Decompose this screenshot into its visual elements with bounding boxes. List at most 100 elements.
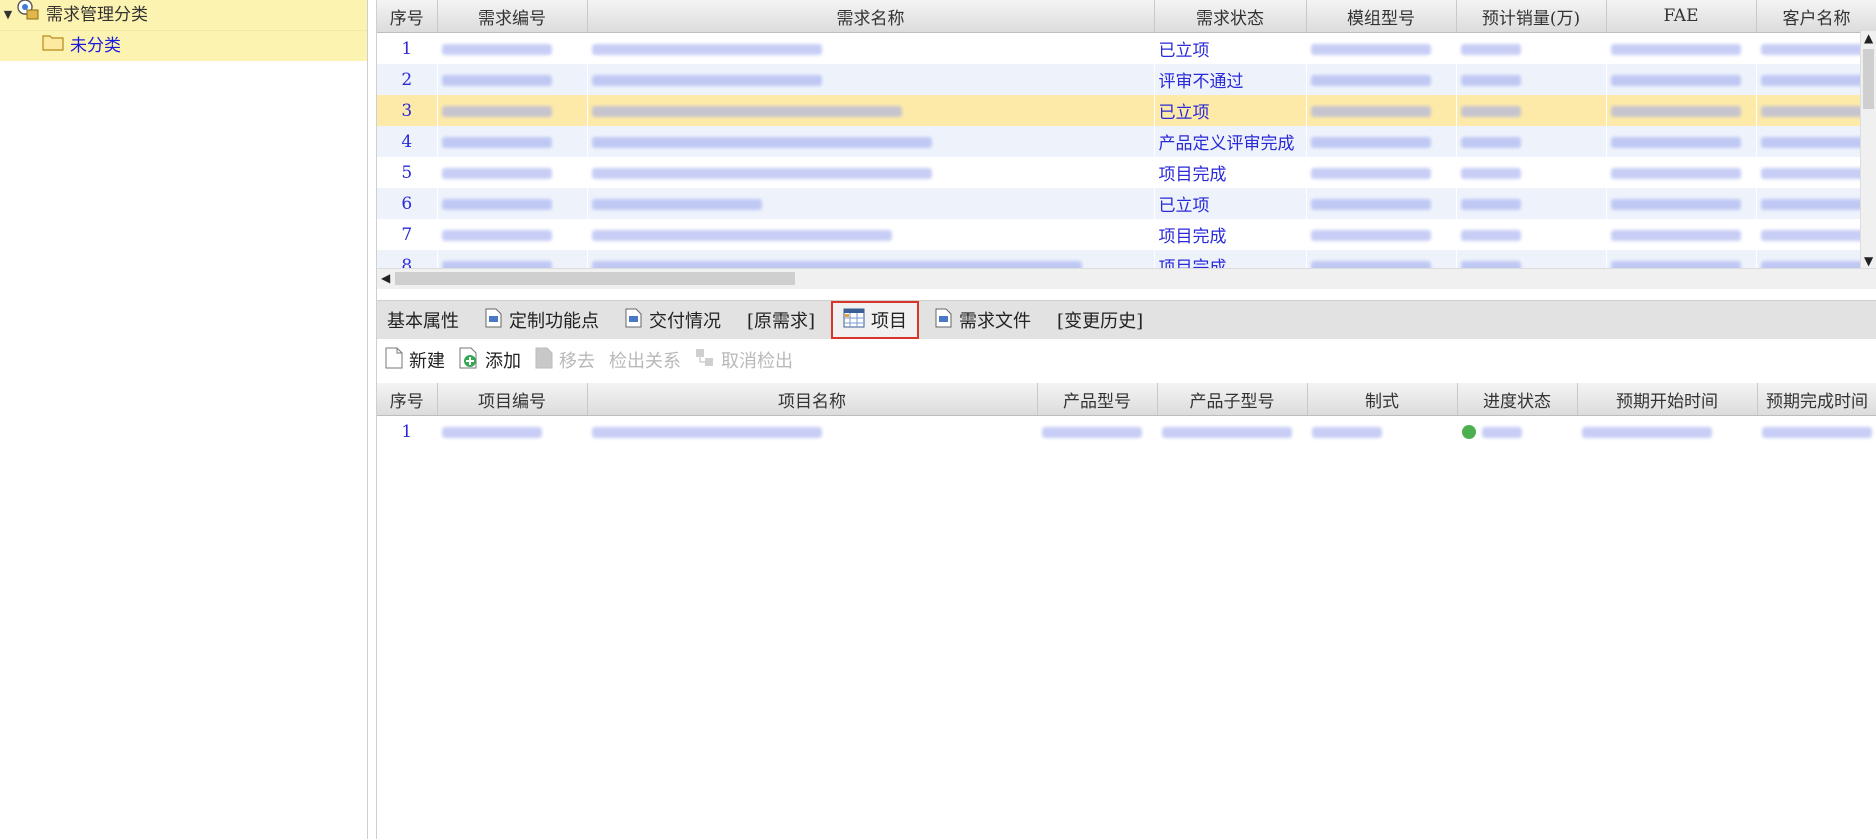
- tab-label: [原需求]: [747, 311, 816, 332]
- column-header[interactable]: 进度状态: [1457, 383, 1578, 416]
- table-row[interactable]: 6 已立项: [377, 188, 1876, 219]
- redacted-cell: [1756, 95, 1876, 126]
- cancel-checkout-button[interactable]: 取消检出: [695, 347, 793, 374]
- column-header[interactable]: 预期开始时间: [1577, 383, 1758, 416]
- expand-arrow-icon[interactable]: ▼: [0, 0, 16, 30]
- status-cell: 项目完成: [1154, 157, 1307, 188]
- redacted-text: [591, 260, 1082, 268]
- redacted-cell: [1756, 219, 1876, 250]
- redacted-text: [1760, 105, 1876, 117]
- redacted-text: [1760, 74, 1876, 86]
- column-header[interactable]: 项目名称: [587, 383, 1038, 416]
- redacted-text: [441, 229, 552, 241]
- scroll-up-icon[interactable]: ▲: [1864, 31, 1873, 45]
- redacted-text: [1760, 136, 1876, 148]
- status-cell: 项目完成: [1154, 250, 1307, 268]
- scroll-left-icon[interactable]: ◀: [381, 271, 390, 285]
- redacted-text: [441, 136, 552, 148]
- redacted-text: [1610, 74, 1741, 86]
- horizontal-scrollbar[interactable]: ◀: [377, 268, 1876, 289]
- redacted-text: [1610, 229, 1741, 241]
- redacted-text: [1460, 167, 1521, 179]
- redacted-cell: [1306, 64, 1457, 95]
- vertical-scroll-thumb[interactable]: [1863, 49, 1874, 109]
- redacted-cell: [1306, 219, 1457, 250]
- redacted-cell: [1606, 157, 1757, 188]
- redacted-cell: [587, 64, 1155, 95]
- detail-tabs: 基本属性 定制功能点 交付情况 [原需求] 项目 需求文件 [变更历史]: [377, 300, 1876, 339]
- redacted-text: [1460, 136, 1521, 148]
- scroll-down-icon[interactable]: ▼: [1864, 254, 1873, 268]
- column-header[interactable]: 预计销量(万): [1456, 0, 1607, 33]
- tab-5[interactable]: 需求文件: [925, 304, 1041, 336]
- redacted-text: [591, 136, 932, 148]
- new-button[interactable]: 新建: [385, 347, 445, 374]
- redacted-text: [1610, 198, 1741, 210]
- redacted-cell: [1606, 95, 1757, 126]
- table-row[interactable]: 5 项目完成: [377, 157, 1876, 188]
- row-number: 5: [377, 157, 438, 188]
- table-row[interactable]: 2 评审不通过: [377, 64, 1876, 95]
- redacted-text: [1041, 426, 1142, 438]
- column-header[interactable]: 序号: [377, 383, 438, 416]
- column-header[interactable]: 制式: [1307, 383, 1458, 416]
- redacted-text: [591, 167, 932, 179]
- column-header[interactable]: 产品型号: [1037, 383, 1158, 416]
- redacted-text: [1610, 260, 1741, 268]
- table-row[interactable]: 4 产品定义评审完成: [377, 126, 1876, 157]
- redacted-cell: [1306, 250, 1457, 268]
- add-icon: [459, 347, 479, 374]
- redacted-text: [1760, 229, 1876, 241]
- redacted-text: [1310, 260, 1431, 268]
- redacted-cell: [1456, 219, 1607, 250]
- table-row[interactable]: 3 已立项: [377, 95, 1876, 126]
- column-header[interactable]: 项目编号: [437, 383, 588, 416]
- tree-node-root[interactable]: ▼ 需求管理分类: [0, 0, 367, 31]
- column-header[interactable]: 需求编号: [437, 0, 588, 33]
- redacted-cell: [1606, 219, 1757, 250]
- cancel-checkout-label: 取消检出: [721, 351, 793, 372]
- tab-4[interactable]: 项目: [831, 301, 920, 339]
- tab-6[interactable]: [变更历史]: [1047, 304, 1153, 336]
- tab-2[interactable]: 交付情况: [615, 304, 731, 336]
- vertical-scrollbar[interactable]: ▲ ▼: [1860, 31, 1876, 268]
- tab-1[interactable]: 定制功能点: [475, 304, 609, 336]
- row-number: 1: [377, 32, 438, 64]
- remove-button[interactable]: 移去: [535, 347, 595, 374]
- redacted-cell: [1457, 415, 1578, 447]
- redacted-text: [1310, 167, 1431, 179]
- status-cell: 产品定义评审完成: [1154, 126, 1307, 157]
- document-icon: [485, 308, 503, 333]
- column-header[interactable]: 产品子型号: [1157, 383, 1308, 416]
- redacted-text: [1760, 260, 1876, 268]
- tree-root-label: 需求管理分类: [46, 5, 148, 25]
- column-header[interactable]: FAE: [1606, 0, 1757, 33]
- redacted-cell: [437, 95, 588, 126]
- table-row[interactable]: 7 项目完成: [377, 219, 1876, 250]
- redacted-text: [1610, 136, 1741, 148]
- column-header[interactable]: 需求状态: [1154, 0, 1307, 33]
- checkout-relation-button[interactable]: 检出关系: [609, 347, 681, 373]
- tab-label: 需求文件: [959, 311, 1032, 332]
- add-button[interactable]: 添加: [459, 347, 521, 374]
- column-header[interactable]: 需求名称: [587, 0, 1155, 33]
- column-header[interactable]: 预期完成时间: [1757, 383, 1876, 416]
- column-header[interactable]: 模组型号: [1306, 0, 1457, 33]
- tab-3[interactable]: [原需求]: [737, 304, 825, 336]
- column-header[interactable]: 序号: [377, 0, 438, 33]
- tree-node-uncategorized[interactable]: 未分类: [0, 31, 367, 61]
- table-row[interactable]: 8 项目完成: [377, 250, 1876, 268]
- redacted-cell: [1606, 32, 1757, 64]
- progress-status-icon: [1461, 425, 1476, 439]
- table-row[interactable]: 1 已立项: [377, 32, 1876, 64]
- redacted-cell: [1756, 250, 1876, 268]
- document-icon: [625, 308, 643, 333]
- tab-label: [变更历史]: [1057, 311, 1144, 332]
- table-row[interactable]: 1: [377, 415, 1876, 447]
- column-header[interactable]: 客户名称: [1756, 0, 1876, 33]
- horizontal-scroll-thumb[interactable]: [395, 272, 795, 285]
- tab-0[interactable]: 基本属性: [377, 304, 469, 336]
- category-group-icon: [16, 0, 40, 31]
- row-number: 6: [377, 188, 438, 219]
- redacted-text: [591, 426, 822, 438]
